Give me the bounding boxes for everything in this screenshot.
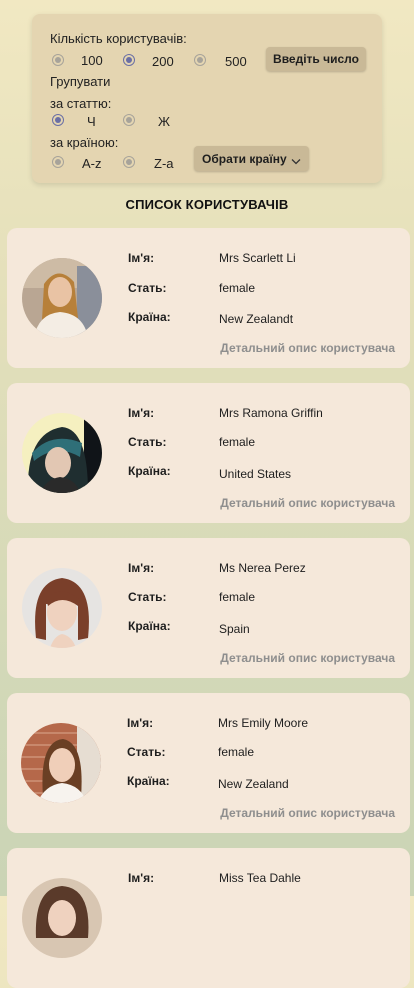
user-country: New Zealand bbox=[218, 777, 289, 791]
gender-radio-male[interactable] bbox=[52, 114, 64, 126]
avatar bbox=[21, 723, 101, 803]
enter-number-button[interactable]: Введіть число bbox=[266, 47, 366, 71]
gender-label-female: Ж bbox=[158, 114, 171, 129]
count-radio-100[interactable] bbox=[52, 54, 64, 66]
list-title: СПИСОК КОРИСТУВАЧІВ bbox=[125, 197, 289, 212]
country-label: Країна: bbox=[128, 619, 171, 633]
gender-label-male: Ч bbox=[87, 114, 96, 129]
name-label: Ім'я: bbox=[128, 561, 155, 575]
gender-label: Стать: bbox=[128, 435, 167, 449]
user-gender: female bbox=[218, 745, 255, 759]
user-gender: female bbox=[219, 435, 256, 449]
avatar bbox=[22, 258, 102, 338]
user-details-link[interactable]: Детальний опис користувача bbox=[220, 651, 395, 665]
avatar bbox=[22, 413, 102, 493]
user-details-link[interactable]: Детальний опис користувача bbox=[220, 341, 395, 355]
by-country-label: за країною: bbox=[50, 135, 119, 150]
user-card: Ім'я: Mrs Scarlett Li Стать: female Краї… bbox=[7, 228, 410, 368]
user-name: Miss Tea Dahle bbox=[219, 871, 301, 885]
user-gender: female bbox=[219, 281, 256, 295]
avatar bbox=[22, 878, 102, 958]
name-label: Ім'я: bbox=[128, 406, 155, 420]
gender-label: Стать: bbox=[127, 745, 166, 759]
sort-label-za: Z-a bbox=[154, 156, 174, 171]
avatar bbox=[22, 568, 102, 648]
name-label: Ім'я: bbox=[128, 251, 155, 265]
group-label: Групувати bbox=[50, 74, 111, 89]
user-card: Ім'я: Mrs Ramona Griffin Стать: female К… bbox=[7, 383, 410, 523]
count-radio-200[interactable] bbox=[123, 54, 135, 66]
by-gender-label: за статтю: bbox=[50, 96, 112, 111]
user-details-link[interactable]: Детальний опис користувача bbox=[220, 496, 395, 510]
user-name: Ms Nerea Perez bbox=[219, 561, 306, 575]
count-radio-500[interactable] bbox=[194, 54, 206, 66]
user-name: Mrs Scarlett Li bbox=[219, 251, 296, 265]
name-label: Ім'я: bbox=[128, 871, 155, 885]
choose-country-button[interactable]: Обрати країну bbox=[194, 146, 309, 171]
count-label-200: 200 bbox=[152, 54, 174, 69]
count-label-100: 100 bbox=[81, 53, 103, 68]
name-label: Ім'я: bbox=[127, 716, 154, 730]
filter-panel: Кількість користувачів: 100 200 500 Введ… bbox=[32, 14, 382, 183]
user-name: Mrs Emily Moore bbox=[218, 716, 309, 730]
user-card: Ім'я: Ms Nerea Perez Стать: female Країн… bbox=[7, 538, 410, 678]
gender-label: Стать: bbox=[128, 590, 167, 604]
country-label: Країна: bbox=[128, 310, 171, 324]
country-label: Країна: bbox=[128, 464, 171, 478]
user-card: Ім'я: Miss Tea Dahle bbox=[7, 848, 410, 988]
gender-label: Стать: bbox=[128, 281, 167, 295]
user-count-label: Кількість користувачів: bbox=[50, 31, 187, 46]
gender-radio-female[interactable] bbox=[123, 114, 135, 126]
sort-label-az: A-z bbox=[82, 156, 102, 171]
count-label-500: 500 bbox=[225, 54, 247, 69]
user-country: Spain bbox=[219, 622, 250, 636]
user-gender: female bbox=[219, 590, 256, 604]
country-label: Країна: bbox=[127, 774, 170, 788]
chevron-down-icon bbox=[291, 154, 301, 168]
user-card: Ім'я: Mrs Emily Moore Стать: female Краї… bbox=[7, 693, 410, 833]
choose-country-label: Обрати країну bbox=[202, 151, 287, 166]
user-country: New Zealandt bbox=[219, 312, 294, 326]
user-country: United States bbox=[219, 467, 292, 481]
sort-radio-az[interactable] bbox=[52, 156, 64, 168]
sort-radio-za[interactable] bbox=[123, 156, 135, 168]
user-name: Mrs Ramona Griffin bbox=[219, 406, 323, 420]
user-details-link[interactable]: Детальний опис користувача bbox=[220, 806, 395, 820]
